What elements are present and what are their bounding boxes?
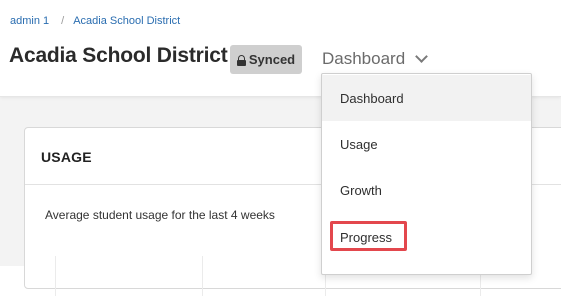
chart-gridline <box>55 256 56 296</box>
lock-icon <box>236 54 246 66</box>
usage-card-title: USAGE <box>41 149 92 165</box>
synced-badge-label: Synced <box>248 52 296 67</box>
dashboard-dropdown-menu: Dashboard Usage Growth Progress <box>321 73 532 275</box>
menu-item-progress[interactable]: Progress <box>322 214 531 260</box>
breadcrumb: admin 1 / Acadia School District <box>10 15 180 27</box>
menu-item-dashboard[interactable]: Dashboard <box>322 75 531 121</box>
synced-badge: Synced <box>230 45 302 74</box>
page-title: Acadia School District <box>9 44 228 67</box>
dashboard-selector[interactable]: Dashboard <box>322 49 429 69</box>
breadcrumb-item-admin[interactable]: admin 1 <box>10 15 49 27</box>
usage-card-subtitle: Average student usage for the last 4 wee… <box>45 208 275 222</box>
chevron-down-icon <box>415 49 429 63</box>
breadcrumb-separator: / <box>61 15 65 27</box>
menu-item-growth[interactable]: Growth <box>322 167 531 213</box>
menu-item-usage[interactable]: Usage <box>322 121 531 167</box>
chart-gridline <box>202 256 203 296</box>
breadcrumb-item-district[interactable]: Acadia School District <box>73 15 180 27</box>
dashboard-selector-label: Dashboard <box>322 49 406 68</box>
